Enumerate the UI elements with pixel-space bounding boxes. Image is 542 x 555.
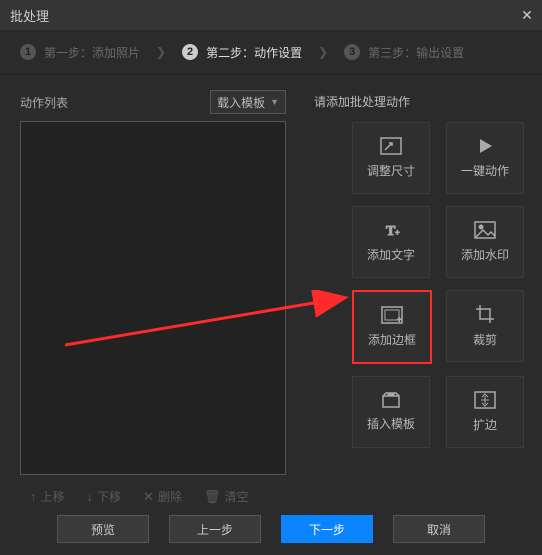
step-2-label: 第二步：动作设置 xyxy=(206,44,302,61)
prev-button[interactable]: 上一步 xyxy=(169,515,261,543)
move-up-button[interactable]: ↑ 上移 xyxy=(20,483,75,509)
step-3-label: 第三步：输出设置 xyxy=(368,44,464,61)
clear-label: 清空 xyxy=(224,488,248,505)
watermark-icon xyxy=(474,221,496,239)
extend-icon xyxy=(474,391,496,409)
actions-title: 请添加批处理动作 xyxy=(314,93,522,110)
tile-resize[interactable]: 调整尺寸 xyxy=(352,122,430,194)
step-1-badge: 1 xyxy=(20,44,36,60)
tile-extend[interactable]: 扩边 xyxy=(446,376,524,448)
load-template-label: 载入模板 xyxy=(217,94,265,111)
clear-button[interactable]: 🗑 清空 xyxy=(194,483,259,509)
tile-crop[interactable]: 裁剪 xyxy=(446,290,524,362)
step-2-badge: 2 xyxy=(182,44,198,60)
play-icon xyxy=(476,137,494,155)
tile-insert[interactable]: 插入模板 xyxy=(352,376,430,448)
tile-crop-label: 裁剪 xyxy=(473,331,497,348)
arrow-up-icon: ↑ xyxy=(30,490,37,503)
tile-border-label: 添加边框 xyxy=(368,331,416,348)
tile-oneclick[interactable]: 一键动作 xyxy=(446,122,524,194)
tile-extend-label: 扩边 xyxy=(473,416,497,433)
step-2[interactable]: 2 第二步：动作设置 xyxy=(182,44,302,61)
step-1[interactable]: 1 第一步：添加照片 xyxy=(20,44,140,61)
close-icon: ✕ xyxy=(521,7,533,24)
chevron-right-icon: ❯ xyxy=(318,45,328,59)
close-icon: ✕ xyxy=(143,490,154,503)
arrow-down-icon: ↓ xyxy=(87,490,94,503)
insert-template-icon xyxy=(380,392,402,408)
trash-icon: 🗑 xyxy=(204,490,221,503)
load-template-dropdown[interactable]: 载入模板 ▼ xyxy=(210,90,286,114)
step-3-badge: 3 xyxy=(344,44,360,60)
resize-icon xyxy=(380,137,402,155)
delete-label: 删除 xyxy=(158,488,182,505)
move-down-label: 下移 xyxy=(97,488,121,505)
action-list-title: 动作列表 xyxy=(20,94,68,111)
svg-text:+: + xyxy=(395,228,400,237)
chevron-down-icon: ▼ xyxy=(270,97,279,107)
step-1-label: 第一步：添加照片 xyxy=(44,44,140,61)
tile-watermark[interactable]: 添加水印 xyxy=(446,206,524,278)
close-button[interactable]: ✕ xyxy=(512,0,542,30)
delete-button[interactable]: ✕ 删除 xyxy=(133,483,192,509)
tile-resize-label: 调整尺寸 xyxy=(367,162,415,179)
move-up-label: 上移 xyxy=(41,488,65,505)
step-3[interactable]: 3 第三步：输出设置 xyxy=(344,44,464,61)
action-listbox[interactable] xyxy=(20,121,286,475)
tile-text[interactable]: T+ 添加文字 xyxy=(352,206,430,278)
text-icon: T+ xyxy=(380,221,402,239)
step-bar: 1 第一步：添加照片 ❯ 2 第二步：动作设置 ❯ 3 第三步：输出设置 xyxy=(0,30,542,75)
cancel-button[interactable]: 取消 xyxy=(393,515,485,543)
svg-text:+: + xyxy=(397,315,402,324)
border-icon: + xyxy=(381,306,403,324)
tile-insert-label: 插入模板 xyxy=(367,415,415,432)
window-title: 批处理 xyxy=(10,6,49,25)
chevron-right-icon: ❯ xyxy=(156,45,166,59)
crop-icon xyxy=(475,304,495,324)
tile-border[interactable]: + 添加边框 xyxy=(352,290,432,364)
tile-text-label: 添加文字 xyxy=(367,246,415,263)
tile-watermark-label: 添加水印 xyxy=(461,246,509,263)
tile-oneclick-label: 一键动作 xyxy=(461,162,509,179)
move-down-button[interactable]: ↓ 下移 xyxy=(77,483,132,509)
preview-button[interactable]: 预览 xyxy=(57,515,149,543)
next-button[interactable]: 下一步 xyxy=(281,515,373,543)
